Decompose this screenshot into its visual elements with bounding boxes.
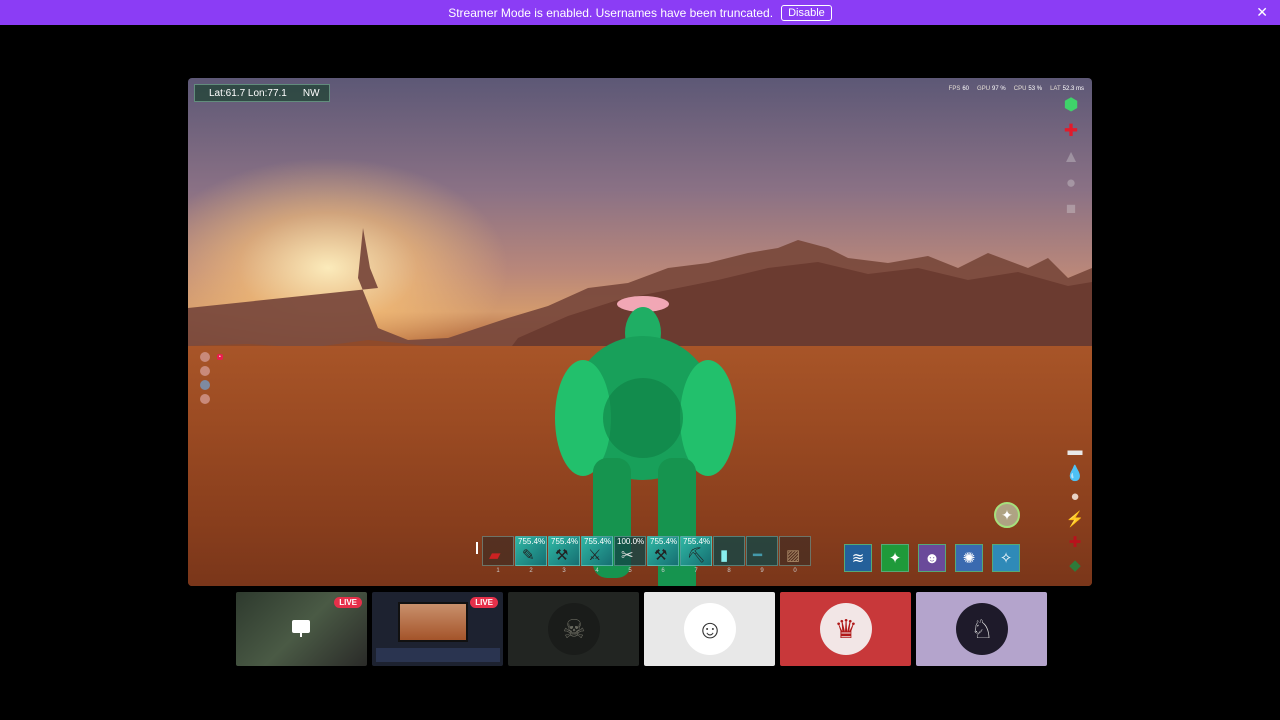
participant-tile[interactable]: ♛ xyxy=(780,592,911,666)
food-icon: ● xyxy=(1070,488,1080,505)
screen-share-icon xyxy=(292,620,310,637)
status-icons-right: ▬ 💧 ● ⚡ ✚ ◆ xyxy=(1064,440,1086,578)
food-icon: ● xyxy=(1065,173,1077,192)
tool-icon: ✎ xyxy=(522,547,535,564)
buff-bar: ≋ ✦ ☻ ✺ ✧ xyxy=(844,544,1020,572)
chat-message: • xyxy=(200,350,223,364)
tool-icon: ⚔ xyxy=(588,547,602,564)
health-cross-icon: ✚ xyxy=(1063,121,1079,140)
gpu-stat: GPU 97 % xyxy=(977,86,1006,92)
participant-tile[interactable]: ☺ xyxy=(644,592,775,666)
oxygen-icon: ◆ xyxy=(1069,557,1081,574)
cpu-stat: CPU 53 % xyxy=(1013,86,1043,92)
participant-tiles: LIVE LIVE ☠ ☺ ♛ ♘ xyxy=(236,592,1047,666)
compass-icon: ✦ xyxy=(994,502,1020,528)
avatar: ☺ xyxy=(684,603,736,655)
streamer-mode-text: Streamer Mode is enabled. Usernames have… xyxy=(448,5,774,20)
rifle-icon: ━ xyxy=(753,547,763,564)
participant-tile[interactable]: ♘ xyxy=(916,592,1047,666)
water-icon: ■ xyxy=(1065,199,1077,218)
hotbar-slot[interactable]: 100.0% ✂ 5 xyxy=(614,536,646,574)
weight-icon: ▲ xyxy=(1062,147,1080,166)
hotbar-slot[interactable]: ━ 9 xyxy=(746,536,778,574)
club-icon: ▨ xyxy=(786,547,801,564)
avatar xyxy=(200,352,210,362)
live-badge: LIVE xyxy=(334,597,362,608)
streamer-mode-banner: Streamer Mode is enabled. Usernames have… xyxy=(0,0,1280,25)
hotbar-slot[interactable]: 755.4% ⚒ 6 xyxy=(647,536,679,574)
main-stream-view[interactable]: Lat:61.7 Lon:77.1 NW FPS 60 GPU 97 % CPU 53… xyxy=(188,78,1092,586)
avatar xyxy=(200,366,210,376)
avatar: ♘ xyxy=(956,603,1008,655)
stamina-icon: ⚡ xyxy=(1065,511,1085,528)
coordinates-display: Lat:61.7 Lon:77.1 NW xyxy=(194,84,330,102)
tool-icon: ⛏ xyxy=(687,547,707,564)
hotbar-marker xyxy=(476,542,478,554)
live-badge: LIVE xyxy=(470,597,498,608)
weight-icon: ▬ xyxy=(1067,442,1083,459)
direction-text: NW xyxy=(302,87,320,99)
tool-icon: ⚒ xyxy=(654,547,668,564)
avatar: ☠ xyxy=(548,603,600,655)
performance-stats: FPS 60 GPU 97 % CPU 53 % LAT 52.3 ms xyxy=(949,86,1084,92)
chainsaw-icon: ▰ xyxy=(489,547,501,564)
buff-icon: ✧ xyxy=(992,544,1020,572)
avatar: ♛ xyxy=(820,603,872,655)
buff-icon: ✦ xyxy=(881,544,909,572)
buff-icon: ☻ xyxy=(918,544,946,572)
chat-overlay: • xyxy=(200,350,223,406)
hotbar-slot[interactable]: 755.4% ⚔ 4 xyxy=(581,536,613,574)
hotbar-slot[interactable]: 755.4% ⚒ 3 xyxy=(548,536,580,574)
tool-icon: ✂ xyxy=(621,547,634,564)
buff-icon: ✺ xyxy=(955,544,983,572)
avatar xyxy=(200,380,210,390)
buff-icon: ≋ xyxy=(844,544,872,572)
participant-tile[interactable]: LIVE xyxy=(372,592,503,666)
coordinates-text: Lat:61.7 Lon:77.1 xyxy=(209,87,287,99)
hotbar-slot[interactable]: ▨ 0 xyxy=(779,536,811,574)
avatar xyxy=(200,394,210,404)
participant-tile[interactable]: LIVE xyxy=(236,592,367,666)
chat-message xyxy=(200,364,223,378)
live-tag: • xyxy=(217,354,223,360)
hotbar: ▰ 1 755.4% ✎ 2 755.4% ⚒ 3 755.4% ⚔ 4 100.0% ✂ 5 7… xyxy=(476,536,812,574)
chat-message xyxy=(200,378,223,392)
water-drop-icon: 💧 xyxy=(1065,465,1085,482)
status-icons-top: ⬢ ✚ ▲ ● ■ xyxy=(1060,94,1082,224)
participant-tile[interactable]: ☠ xyxy=(508,592,639,666)
hotbar-slot[interactable]: 755.4% ⛏ 7 xyxy=(680,536,712,574)
tool-icon: ⚒ xyxy=(555,547,569,564)
chat-message xyxy=(200,392,223,406)
close-icon[interactable]: ✕ xyxy=(1256,5,1268,19)
health-cross-icon: ✚ xyxy=(1068,534,1082,551)
hotbar-slot[interactable]: ▮ 8 xyxy=(713,536,745,574)
fps-stat: FPS 60 xyxy=(948,86,970,92)
disable-streamer-mode-button[interactable]: Disable xyxy=(781,4,832,21)
shield-icon: ⬢ xyxy=(1063,95,1079,114)
device-icon: ▮ xyxy=(720,547,729,564)
hotbar-slot[interactable]: ▰ 1 xyxy=(482,536,514,574)
latency-stat: LAT 52.3 ms xyxy=(1050,86,1084,92)
hotbar-slot[interactable]: 755.4% ✎ 2 xyxy=(515,536,547,574)
